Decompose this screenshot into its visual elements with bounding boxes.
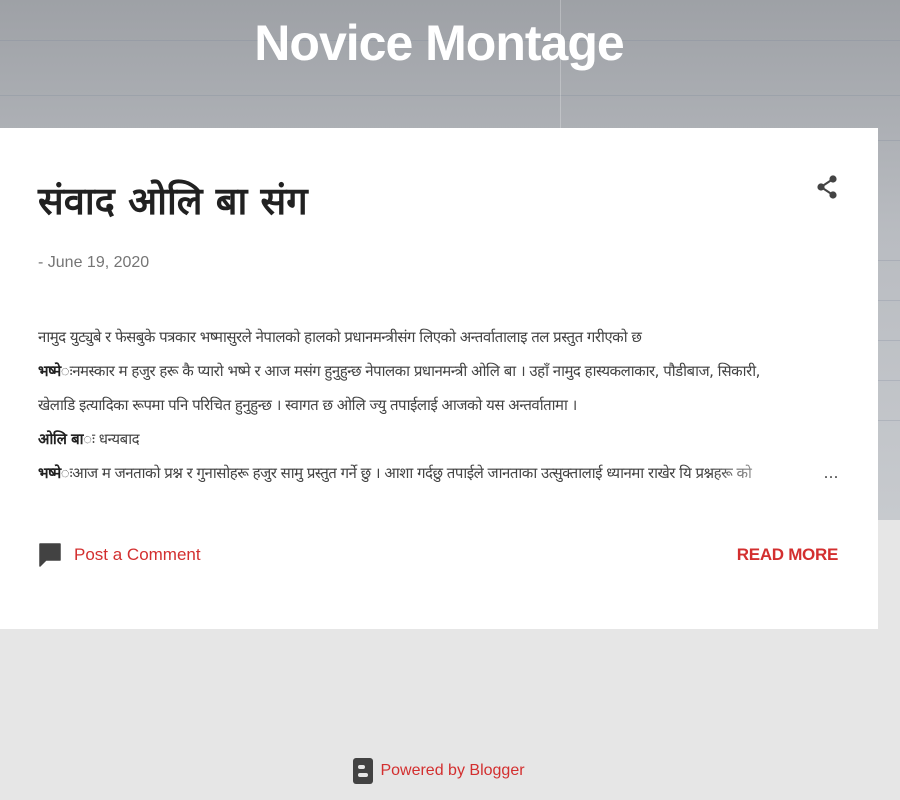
snippet-line-text: ः धन्यबाद bbox=[83, 430, 140, 448]
snippet-ellipsis: … bbox=[823, 464, 839, 482]
snippet-fade bbox=[708, 456, 818, 490]
snippet-line: नामुद युट्युबे र फेसबुके पत्रकार भष्मासु… bbox=[38, 320, 838, 354]
snippet-line-text: नामुद युट्युबे र फेसबुके पत्रकार भष्मासु… bbox=[38, 328, 642, 346]
snippet-line-text: ःआज म जनताको प्रश्न र गुनासोहरू हजुर साम… bbox=[60, 464, 752, 482]
read-more-button[interactable]: READ MORE bbox=[737, 545, 839, 565]
snippet-line: ओलि बाः धन्यबाद bbox=[38, 422, 838, 456]
share-icon[interactable] bbox=[816, 172, 838, 202]
speaker-label: भष्मे bbox=[38, 464, 61, 482]
post-title[interactable]: संवाद ओलि बा संग bbox=[38, 174, 798, 226]
comment-icon bbox=[39, 543, 61, 567]
blog-title[interactable]: Novice Montage bbox=[0, 14, 878, 72]
blogger-icon[interactable] bbox=[353, 758, 374, 784]
snippet-line: खेलाडि इत्यादिका रूपमा पनि परिचित हुनुहु… bbox=[38, 388, 838, 422]
snippet-line-text: ःनमस्कार म हजुर हरू कै प्यारो भष्मे र आज… bbox=[60, 362, 761, 380]
post-card: संवाद ओलि बा संग - June 19, 2020 नामुद य… bbox=[0, 128, 878, 629]
post-snippet: नामुद युट्युबे र फेसबुके पत्रकार भष्मासु… bbox=[38, 320, 838, 490]
snippet-line: भष्मेःनमस्कार म हजुर हरू कै प्यारो भष्मे… bbox=[38, 354, 838, 388]
post-date[interactable]: - June 19, 2020 bbox=[38, 254, 149, 272]
footer: Powered by Blogger bbox=[0, 758, 878, 784]
speaker-label: भष्मे bbox=[38, 362, 61, 380]
post-comment-label: Post a Comment bbox=[74, 545, 201, 564]
speaker-label: ओलि बा bbox=[38, 430, 84, 448]
snippet-line-text: खेलाडि इत्यादिका रूपमा पनि परिचित हुनुहु… bbox=[38, 396, 577, 414]
powered-by-blogger-link[interactable]: Powered by Blogger bbox=[380, 762, 524, 780]
post-comment-link[interactable]: Post a Comment bbox=[38, 542, 201, 568]
snippet-line: भष्मेःआज म जनताको प्रश्न र गुनासोहरू हजु… bbox=[38, 456, 838, 490]
